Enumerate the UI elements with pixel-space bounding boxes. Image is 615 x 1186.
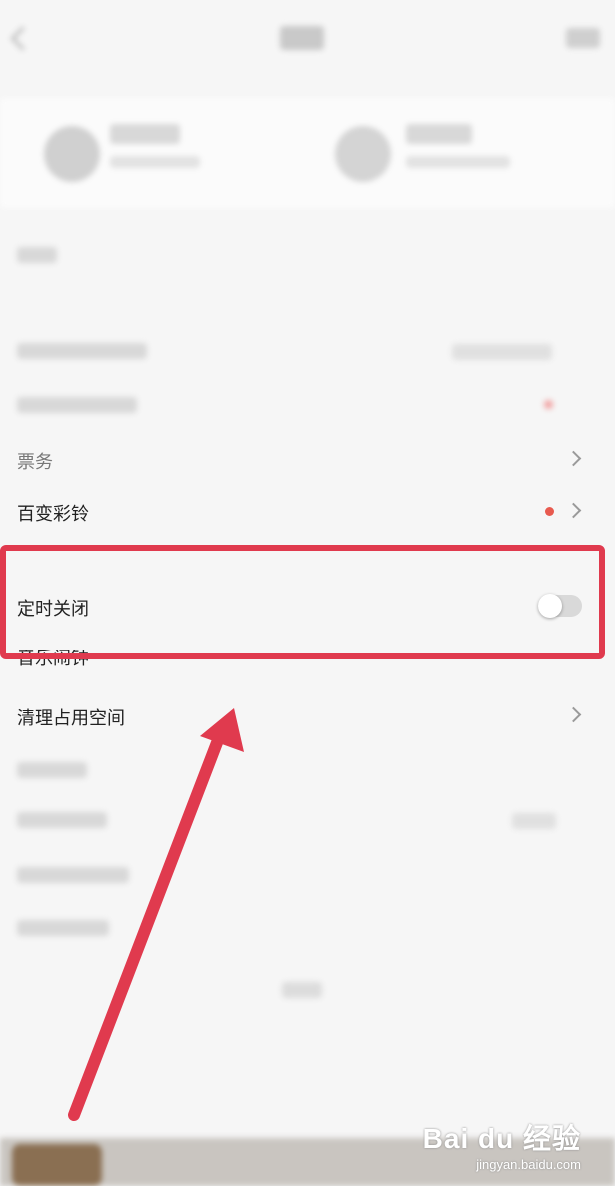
baidu-jingyan-watermark: Bai du 经验 jingyan.baidu.com [423, 1117, 581, 1172]
annotation-arrow [68, 708, 244, 1121]
watermark-sub: jingyan.baidu.com [476, 1157, 581, 1172]
watermark-brand: Bai du 经验 [422, 1123, 581, 1154]
